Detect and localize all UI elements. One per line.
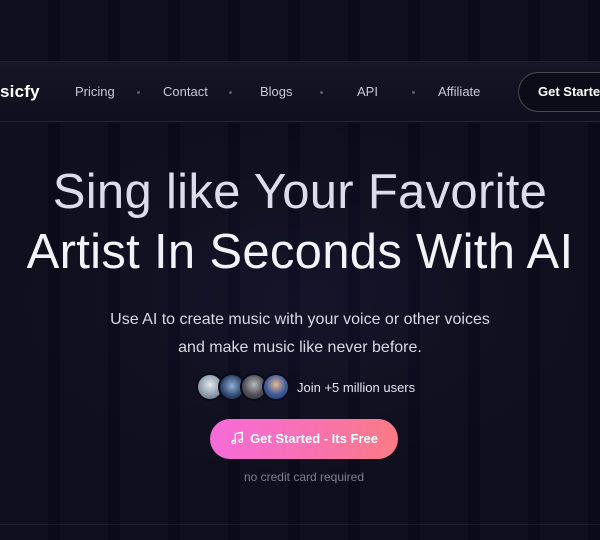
nav-link-blogs[interactable]: Blogs bbox=[260, 62, 293, 122]
hero-subtitle: Use AI to create music with your voice o… bbox=[0, 306, 600, 362]
cta-label: Get Started - Its Free bbox=[250, 431, 378, 446]
nav-separator bbox=[320, 91, 323, 94]
hero-title-line1: Sing like Your Favorite bbox=[52, 165, 548, 219]
nav-link-api[interactable]: API bbox=[357, 62, 378, 122]
no-credit-card-note: no credit card required bbox=[243, 470, 365, 484]
logo[interactable]: sicfy bbox=[0, 62, 40, 122]
divider bbox=[0, 524, 600, 525]
users-count-text: Join +5 million users bbox=[297, 380, 416, 395]
hero-subtitle-line2: and make music like never before. bbox=[178, 339, 422, 356]
nav-link-contact[interactable]: Contact bbox=[163, 62, 208, 122]
get-started-nav-button[interactable]: Get Started bbox=[518, 72, 600, 112]
music-note-icon bbox=[231, 431, 244, 445]
hero-title: Sing like Your Favorite Artist In Second… bbox=[0, 162, 600, 282]
hero-subtitle-line1: Use AI to create music with your voice o… bbox=[110, 311, 490, 328]
navbar: sicfy Pricing Contact Blogs API Affiliat… bbox=[0, 62, 600, 122]
nav-link-affiliate[interactable]: Affiliate bbox=[438, 62, 480, 122]
nav-separator bbox=[137, 91, 140, 94]
social-proof: Join +5 million users bbox=[196, 373, 426, 403]
avatar bbox=[262, 373, 290, 401]
nav-separator bbox=[412, 91, 415, 94]
nav-separator bbox=[229, 91, 232, 94]
get-started-free-button[interactable]: Get Started - Its Free bbox=[210, 419, 398, 459]
nav-link-pricing[interactable]: Pricing bbox=[75, 62, 115, 122]
hero-title-line2: Artist In Seconds With AI bbox=[26, 225, 574, 279]
page: sicfy Pricing Contact Blogs API Affiliat… bbox=[0, 0, 600, 540]
